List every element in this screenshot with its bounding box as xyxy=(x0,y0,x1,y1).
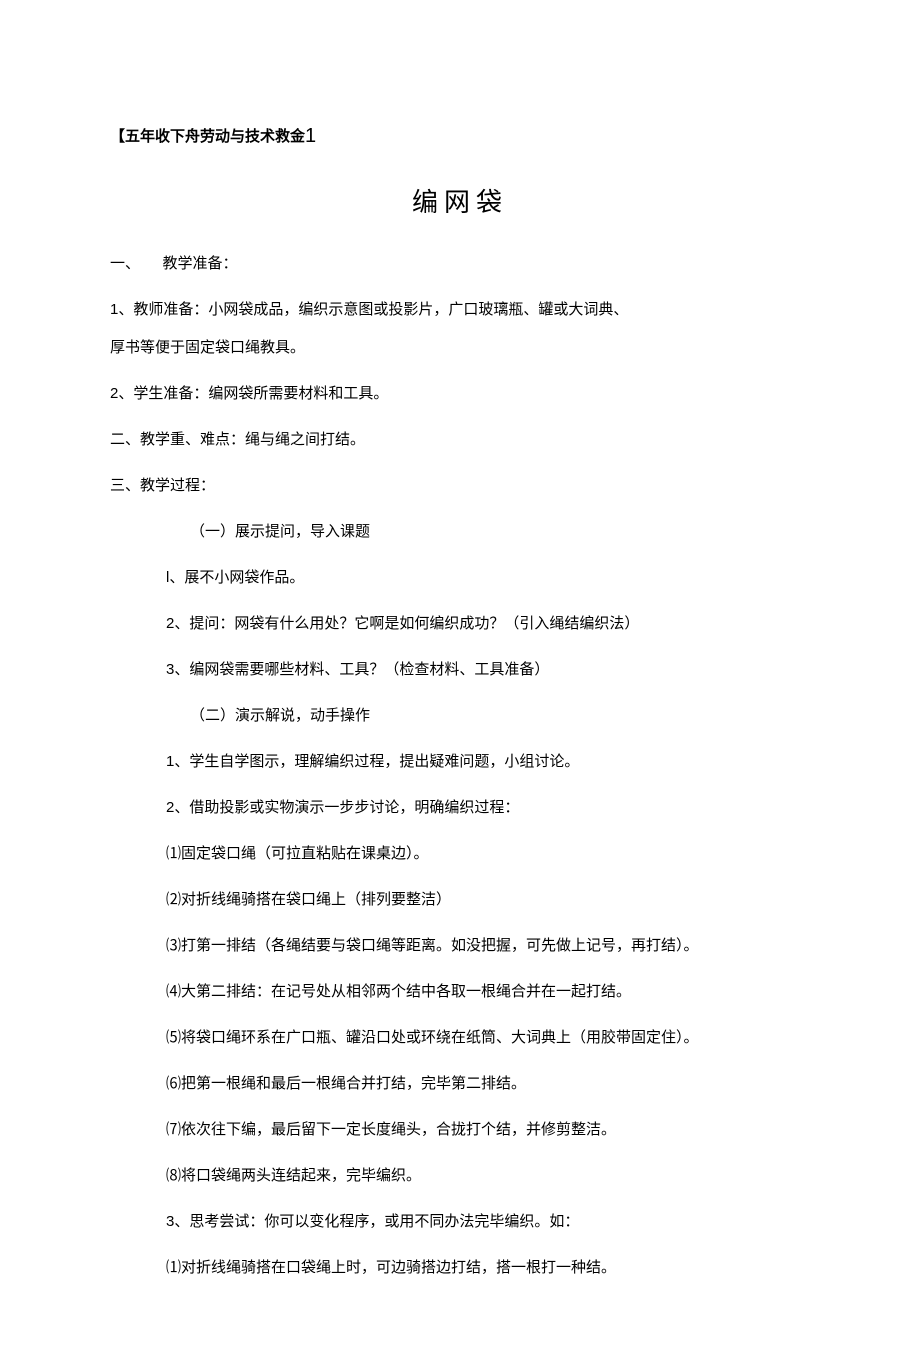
text: 、展不小网袋作品。 xyxy=(169,570,304,586)
item-2: 2、提问：网袋有什么用处？它啊是如何编织成功？（引入绳结编织法） xyxy=(110,612,810,636)
step-7: ⑺依次往下编，最后留下一定长度绳头，合拢打个结，并修剪整洁。 xyxy=(110,1118,810,1142)
method-3: 3、思考尝试：你可以变化程序，或用不同办法完毕编织。如： xyxy=(110,1210,810,1234)
text: 、编网袋需要哪些材料、工具？（检查材料、工具准备） xyxy=(174,662,549,678)
method-1: 1、学生自学图示，理解编织过程，提出疑难问题，小组讨论。 xyxy=(110,750,810,774)
document-page: 【五年收下舟劳动与技术救金1 编网袋 一、 教学准备： 1、教师准备：小网袋成品… xyxy=(0,0,920,1354)
item-3: 3、编网袋需要哪些材料、工具？（检查材料、工具准备） xyxy=(110,658,810,682)
section-heading-1: 一、 教学准备： xyxy=(110,252,810,276)
text: 、教师准备：小网袋成品，编织示意图或投影片，广口玻璃瓶、罐或大词典、 xyxy=(118,302,628,318)
section-heading-2: 二、教学重、难点：绳与绳之间打结。 xyxy=(110,428,810,452)
method-2: 2、借助投影或实物演示一步步讨论，明确编织过程： xyxy=(110,796,810,820)
variant-1: ⑴对折线绳骑搭在口袋绳上时，可边骑搭边打结，搭一根打一种结。 xyxy=(110,1256,810,1280)
item-1: l、展不小网袋作品。 xyxy=(110,566,810,590)
subsection-2: （二）演示解说，动手操作 xyxy=(110,704,810,728)
text: 、思考尝试：你可以变化程序，或用不同办法完毕编织。如： xyxy=(174,1214,579,1230)
step-2: ⑵对折线绳骑搭在袋口绳上（排列要整洁） xyxy=(110,888,810,912)
text: 、学生准备：编网袋所需要材料和工具。 xyxy=(118,386,388,402)
text: 、借助投影或实物演示一步步讨论，明确编织过程： xyxy=(174,800,519,816)
step-3: ⑶打第一排结（各绳结要与袋口绳等距离。如没把握，可先做上记号，再打结）。 xyxy=(110,934,810,958)
section-heading-3: 三、教学过程： xyxy=(110,474,810,498)
header-number: 1 xyxy=(305,125,316,147)
teacher-prep-line1: 1、教师准备：小网袋成品，编织示意图或投影片，广口玻璃瓶、罐或大词典、 xyxy=(110,298,810,322)
document-title: 编网袋 xyxy=(110,182,810,224)
header-prefix: 【五年收下舟劳动与技术救金 xyxy=(110,129,305,145)
subsection-1: （一）展示提问，导入课题 xyxy=(110,520,810,544)
document-header: 【五年收下舟劳动与技术救金1 xyxy=(110,120,810,152)
step-1: ⑴固定袋口绳（可拉直粘贴在课桌边）。 xyxy=(110,842,810,866)
text: 、提问：网袋有什么用处？它啊是如何编织成功？（引入绳结编织法） xyxy=(174,616,639,632)
teacher-prep-line2: 厚书等便于固定袋口绳教具。 xyxy=(110,336,810,360)
student-prep-line: 2、学生准备：编网袋所需要材料和工具。 xyxy=(110,382,810,406)
step-6: ⑹把第一根绳和最后一根绳合并打结，完毕第二排结。 xyxy=(110,1072,810,1096)
step-5: ⑸将袋口绳环系在广口瓶、罐沿口处或环绕在纸筒、大词典上（用胶带固定住）。 xyxy=(110,1026,810,1050)
text: 、学生自学图示，理解编织过程，提出疑难问题，小组讨论。 xyxy=(174,754,579,770)
step-4: ⑷大第二排结：在记号处从相邻两个结中各取一根绳合并在一起打结。 xyxy=(110,980,810,1004)
step-8: ⑻将口袋绳两头连结起来，完毕编织。 xyxy=(110,1164,810,1188)
